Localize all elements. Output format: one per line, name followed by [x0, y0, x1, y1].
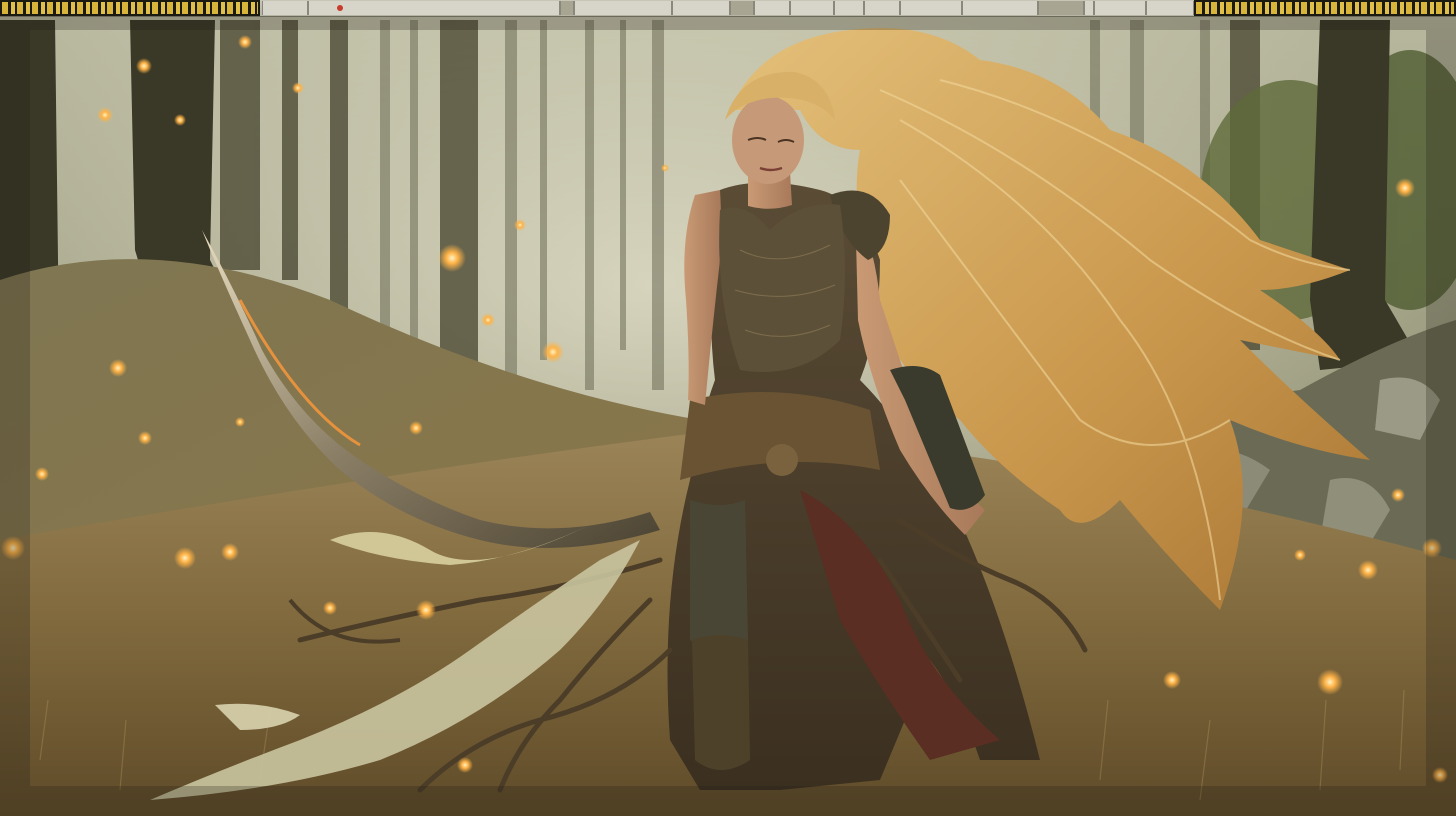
strip-segment: [790, 1, 834, 15]
strip-segment: [864, 1, 900, 15]
strip-segment: [672, 1, 730, 15]
strip-segment: [754, 1, 790, 15]
artwork-canvas: [0, 0, 1456, 816]
strip-segment: [962, 1, 1038, 15]
strip-segment: [560, 1, 574, 15]
strip-segment: [1094, 1, 1146, 15]
left-striped-banner: [0, 0, 260, 16]
strip-segment: [1146, 1, 1194, 15]
strip-segment: [730, 1, 754, 15]
strip-segment: [1084, 1, 1094, 15]
strip-segment: [834, 1, 864, 15]
right-striped-banner: [1194, 0, 1456, 16]
top-toolbar-strip: [0, 0, 1456, 17]
strip-segment: [900, 1, 962, 15]
strip-segment: [262, 1, 308, 15]
boot: [692, 635, 750, 770]
fantasy-artwork: [0, 0, 1456, 816]
strip-segment: [1038, 1, 1084, 15]
mesh-leggings: [690, 500, 748, 650]
red-dot-icon: [337, 5, 343, 11]
belt-ornament: [766, 444, 798, 476]
strip-segment: [308, 1, 560, 15]
strip-segment: [574, 1, 672, 15]
